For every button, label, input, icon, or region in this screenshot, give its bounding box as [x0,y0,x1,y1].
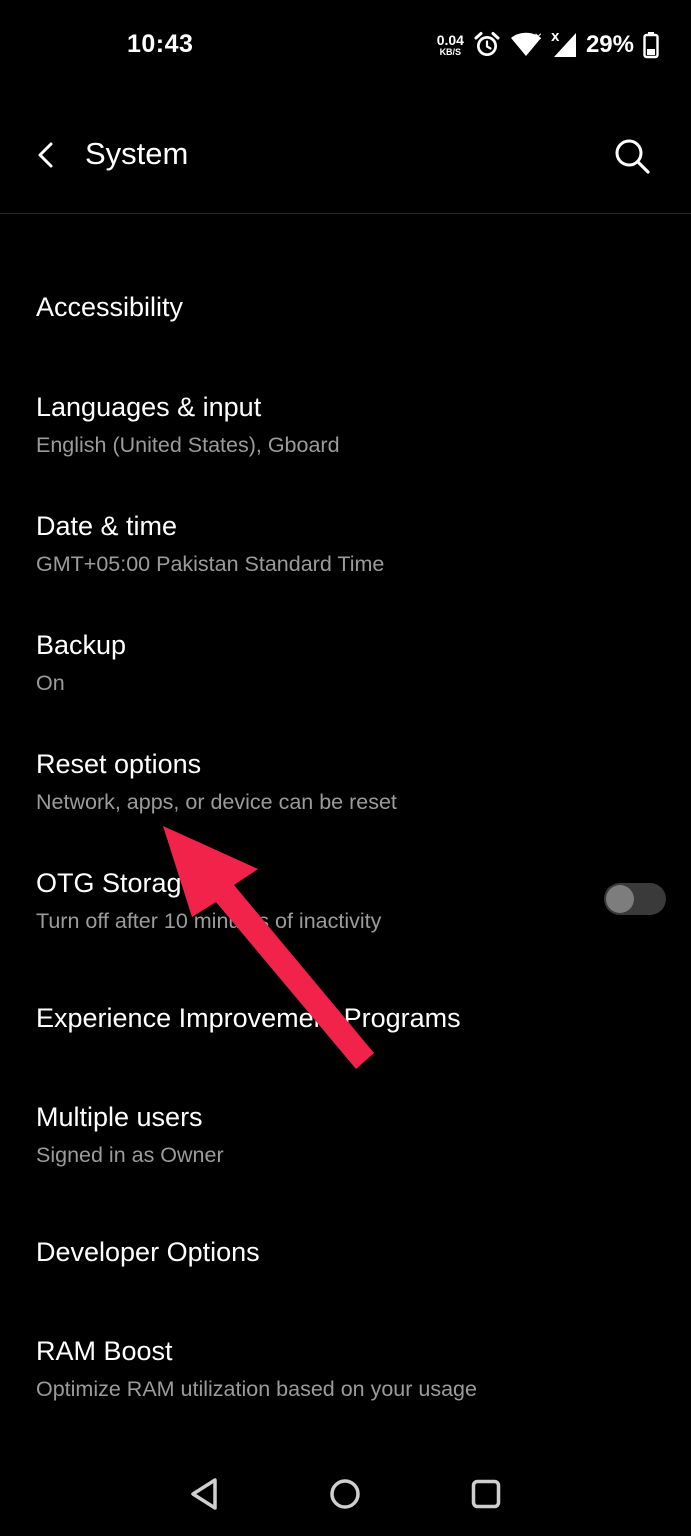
setting-multiple-users[interactable]: Multiple users Signed in as Owner [0,1080,691,1200]
status-time: 10:43 [127,30,194,58]
search-icon[interactable] [610,134,654,178]
battery-percent: 29% [585,31,634,58]
home-circle-icon[interactable] [325,1474,365,1514]
alarm-icon [474,32,500,56]
setting-ram-boost[interactable]: RAM Boost Optimize RAM utilization based… [0,1314,691,1432]
network-speed-unit: KB/S [439,47,462,57]
setting-title: Languages & input [36,392,262,422]
battery-icon [643,32,659,59]
setting-title: Backup [36,630,127,660]
page-title: System [85,136,189,171]
setting-subtitle: Optimize RAM utilization based on your u… [36,1377,477,1401]
status-bar: 10:43 0.04 KB/S ✕ X 29% [0,0,691,92]
setting-subtitle: GMT+05:00 Pakistan Standard Time [36,552,385,576]
setting-date-time[interactable]: Date & time GMT+05:00 Pakistan Standard … [0,489,691,608]
setting-accessibility[interactable]: Accessibility [0,250,691,370]
setting-subtitle: English (United States), Gboard [36,433,340,457]
navigation-bar [0,1450,691,1536]
setting-title: Experience Improvement Programs [36,1003,461,1033]
app-bar: System [0,100,691,214]
setting-reset-options[interactable]: Reset options Network, apps, or device c… [0,727,691,846]
setting-otg-storage[interactable]: OTG Storage Turn off after 10 minutes of… [0,846,691,965]
setting-title: Date & time [36,511,178,541]
setting-subtitle: Signed in as Owner [36,1143,224,1167]
cellular-signal-icon: X [551,31,576,57]
setting-title: OTG Storage [36,868,197,898]
chevron-left-icon[interactable] [30,138,64,172]
svg-text:✕: ✕ [534,32,542,43]
setting-title: Accessibility [36,292,184,322]
setting-title: RAM Boost [36,1336,173,1366]
otg-storage-toggle[interactable] [604,883,666,915]
toggle-knob [606,885,634,913]
status-icons: 0.04 KB/S ✕ X 29% [437,28,659,62]
setting-subtitle: On [36,671,65,695]
setting-languages-input[interactable]: Languages & input English (United States… [0,370,691,489]
setting-developer-options[interactable]: Developer Options [0,1200,691,1314]
setting-experience-improvement[interactable]: Experience Improvement Programs [0,965,691,1080]
setting-title: Developer Options [36,1237,260,1267]
setting-backup[interactable]: Backup On [0,608,691,727]
network-speed: 0.04 KB/S [437,33,464,57]
setting-subtitle: Turn off after 10 minutes of inactivity [36,909,382,933]
back-triangle-icon[interactable] [185,1474,225,1514]
wifi-icon: ✕ [510,32,542,56]
recents-square-icon[interactable] [466,1474,506,1514]
setting-subtitle: Network, apps, or device can be reset [36,790,397,814]
setting-title: Reset options [36,749,202,779]
network-speed-value: 0.04 [436,32,464,48]
setting-title: Multiple users [36,1102,203,1132]
svg-text:X: X [551,31,560,44]
